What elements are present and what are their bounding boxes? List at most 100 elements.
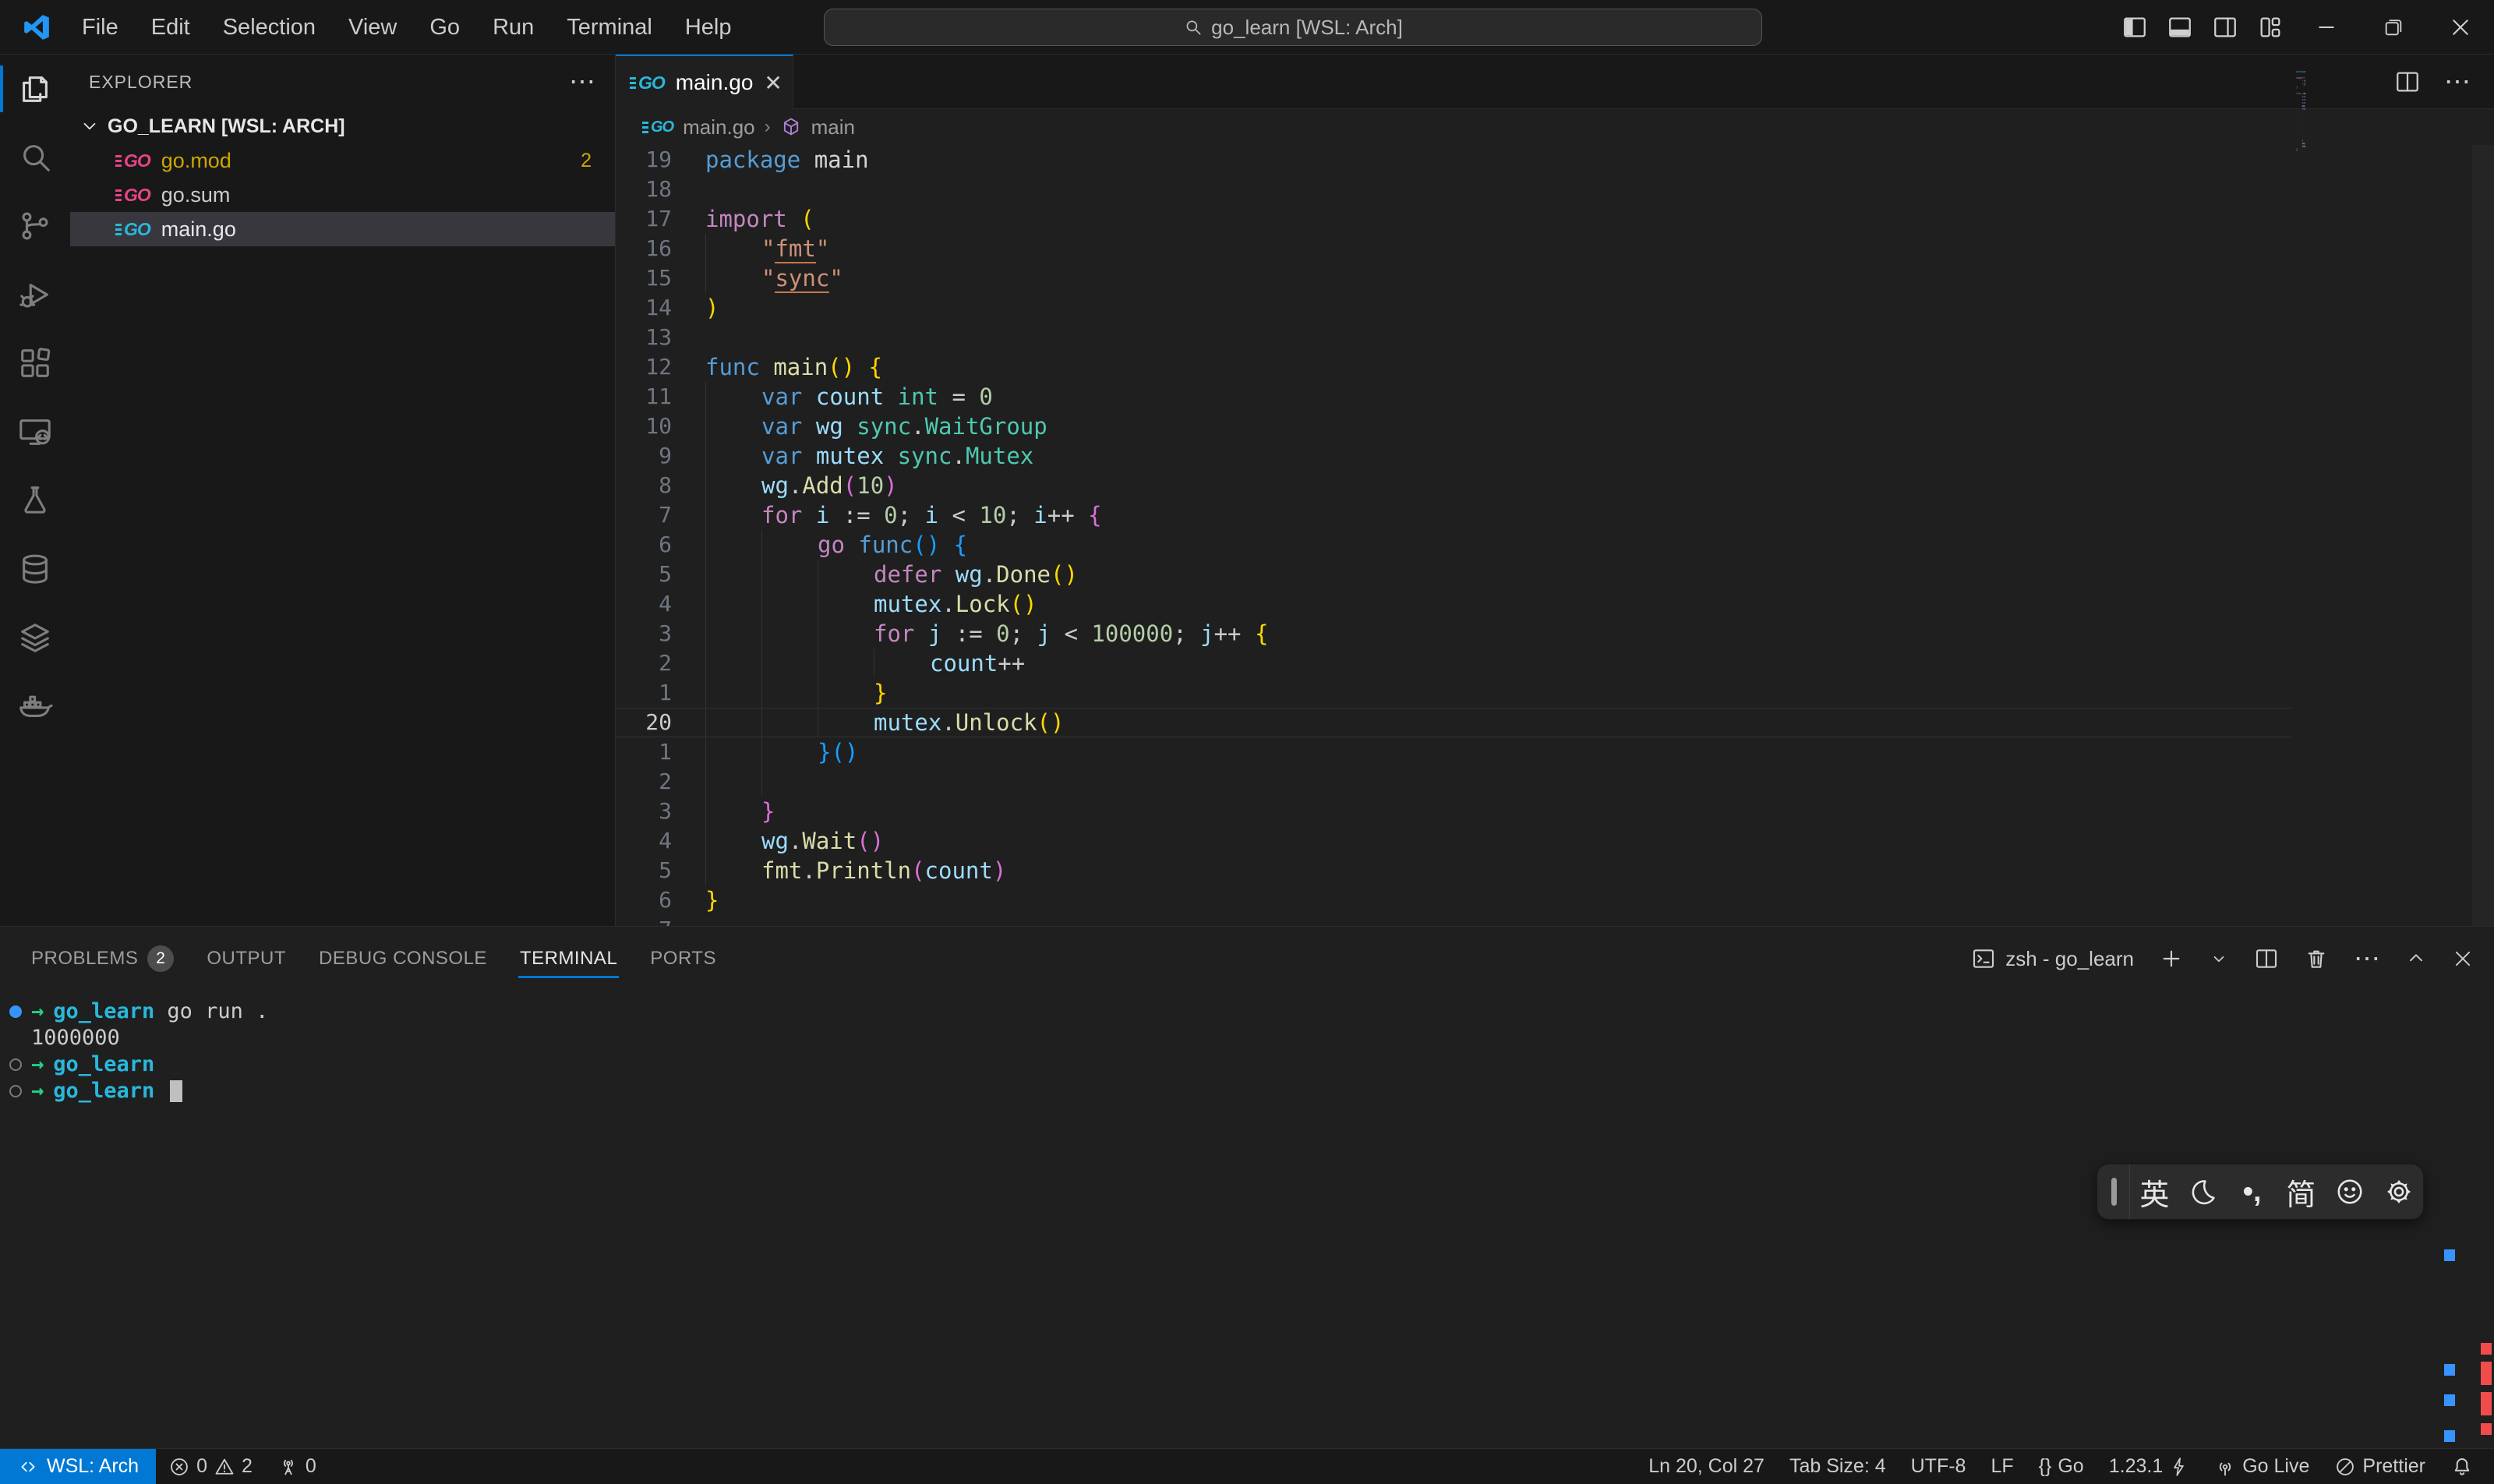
- code-line[interactable]: 10var wg sync.WaitGroup: [616, 412, 2291, 441]
- panel-tab-ports[interactable]: PORTS: [639, 928, 727, 989]
- panel-tab-output[interactable]: OUTPUT: [196, 928, 297, 989]
- ime-emoji-button[interactable]: [2326, 1164, 2375, 1220]
- code-editor[interactable]: 19package main1817import (16"fmt"15"sync…: [2287, 70, 2305, 158]
- file-item-go.mod[interactable]: GOgo.mod2: [70, 143, 615, 178]
- cursor-position-status[interactable]: Ln 20, Col 27: [1636, 1449, 1777, 1484]
- code-line[interactable]: 2: [616, 767, 2291, 797]
- code-line[interactable]: 7: [2287, 151, 2305, 154]
- code-line[interactable]: 17import (: [616, 204, 2291, 234]
- breadcrumb-file[interactable]: main.go: [683, 115, 755, 140]
- activitybar-source-control[interactable]: [0, 192, 70, 260]
- problems-status[interactable]: 0 2: [156, 1449, 265, 1484]
- activitybar-layers[interactable]: [0, 603, 70, 672]
- panel-tab-terminal[interactable]: TERMINAL: [509, 928, 628, 989]
- code-line[interactable]: 5fmt.Println(count): [616, 856, 2291, 885]
- ime-settings-gear-icon[interactable]: [2374, 1164, 2423, 1220]
- ime-halfwidth-moon-icon[interactable]: [2179, 1164, 2228, 1220]
- file-label: main.go: [161, 217, 236, 242]
- code-line[interactable]: 5defer wg.Done(): [616, 560, 2291, 589]
- menu-go[interactable]: Go: [413, 6, 476, 48]
- menu-selection[interactable]: Selection: [207, 6, 332, 48]
- code-line[interactable]: 6go func() {: [616, 530, 2291, 560]
- breadcrumb-symbol[interactable]: main: [811, 115, 855, 140]
- code-line[interactable]: 3}: [616, 797, 2291, 826]
- activitybar-docker[interactable]: [0, 672, 70, 740]
- menu-view[interactable]: View: [332, 6, 413, 48]
- code-line[interactable]: 4wg.Wait(): [616, 826, 2291, 856]
- editor-scrollbar[interactable]: [2472, 145, 2494, 979]
- code-line[interactable]: 3for j := 0; j < 100000; j++ {: [616, 619, 2291, 648]
- go-live-status[interactable]: Go Live: [2202, 1449, 2322, 1484]
- panel-more-actions-icon[interactable]: ⋯: [2354, 943, 2380, 974]
- tab-size-status[interactable]: Tab Size: 4: [1777, 1449, 1899, 1484]
- menu-edit[interactable]: Edit: [135, 6, 207, 48]
- code-line[interactable]: 7for i := 0; i < 10; i++ {: [616, 500, 2291, 530]
- code-line[interactable]: 2count++: [616, 648, 2291, 678]
- split-terminal-icon[interactable]: [2254, 946, 2279, 971]
- go-version-status[interactable]: 1.23.1: [2097, 1449, 2203, 1484]
- code-line[interactable]: 20mutex.Unlock(): [616, 708, 2291, 737]
- notifications-bell[interactable]: [2438, 1449, 2494, 1484]
- explorer-more-actions-icon[interactable]: ⋯: [569, 66, 596, 97]
- code-line[interactable]: 15"sync": [616, 263, 2291, 293]
- code-line[interactable]: 12func main() {: [616, 352, 2291, 382]
- language-mode-status[interactable]: {} Go: [2026, 1449, 2097, 1484]
- minimize-icon[interactable]: [2293, 0, 2360, 55]
- code-line[interactable]: 16"fmt": [616, 234, 2291, 263]
- close-tab-icon[interactable]: ✕: [764, 70, 782, 96]
- encoding-status[interactable]: UTF-8: [1899, 1449, 1979, 1484]
- panel-tab-debug-console[interactable]: DEBUG CONSOLE: [308, 928, 498, 989]
- ime-simplified-chinese-button[interactable]: 简: [2277, 1164, 2326, 1220]
- customize-layout-icon[interactable]: [2248, 0, 2293, 55]
- tab-main-go[interactable]: GO main.go ✕: [616, 55, 793, 109]
- restore-icon[interactable]: [2360, 0, 2427, 55]
- prettier-status[interactable]: Prettier: [2322, 1449, 2438, 1484]
- minimap[interactable]: 19package main1817import (16"fmt"15"sync…: [2287, 61, 2468, 170]
- file-item-go.sum[interactable]: GOgo.sum: [70, 178, 615, 212]
- code-line[interactable]: 18: [616, 175, 2291, 204]
- code-line[interactable]: 1}: [616, 678, 2291, 708]
- kill-terminal-trash-icon[interactable]: [2304, 946, 2329, 971]
- maximize-panel-chevron-icon[interactable]: [2405, 948, 2427, 970]
- ime-drag-handle[interactable]: [2111, 1178, 2117, 1206]
- toggle-secondary-sidebar-icon[interactable]: [2203, 0, 2248, 55]
- terminal-dropdown-chevron-icon[interactable]: [2209, 949, 2229, 969]
- activitybar-testing[interactable]: [0, 466, 70, 535]
- code-editor[interactable]: 19package main1817import (16"fmt"15"sync…: [616, 145, 2494, 980]
- activitybar-remote-explorer[interactable]: [0, 398, 70, 466]
- activitybar-explorer[interactable]: [0, 55, 70, 123]
- ime-punctuation-button[interactable]: •,: [2227, 1164, 2277, 1220]
- menu-run[interactable]: Run: [476, 6, 550, 48]
- menu-file[interactable]: File: [65, 6, 135, 48]
- activitybar-database[interactable]: [0, 535, 70, 603]
- toggle-panel-icon[interactable]: [2157, 0, 2203, 55]
- ime-language-mode-button[interactable]: 英: [2130, 1164, 2179, 1220]
- new-terminal-icon[interactable]: [2159, 946, 2184, 971]
- remote-indicator[interactable]: WSL: Arch: [0, 1449, 156, 1484]
- forwarded-ports-status[interactable]: 0: [265, 1449, 329, 1484]
- toggle-primary-sidebar-icon[interactable]: [2112, 0, 2157, 55]
- code-line[interactable]: 14): [616, 293, 2291, 323]
- terminal-content[interactable]: →go_learngo run .1000000→go_learn→go_lea…: [8, 998, 2439, 1476]
- menu-help[interactable]: Help: [669, 6, 748, 48]
- code-line[interactable]: 19package main: [616, 145, 2291, 175]
- file-item-main.go[interactable]: GOmain.go: [70, 212, 615, 246]
- code-line[interactable]: 11var count int = 0: [616, 382, 2291, 412]
- terminal-instance[interactable]: zsh - go_learn: [1971, 946, 2134, 971]
- menu-terminal[interactable]: Terminal: [550, 6, 669, 48]
- close-panel-icon[interactable]: [2452, 948, 2474, 970]
- code-line[interactable]: 9var mutex sync.Mutex: [616, 441, 2291, 471]
- workspace-root-folder[interactable]: GO_LEARN [WSL: ARCH]: [70, 109, 615, 143]
- activitybar-run-and-debug[interactable]: [0, 260, 70, 329]
- code-line[interactable]: 4mutex.Lock(): [616, 589, 2291, 619]
- panel-tab-problems[interactable]: PROBLEMS2: [20, 928, 185, 989]
- code-line[interactable]: 13: [616, 323, 2291, 352]
- activitybar-extensions[interactable]: [0, 329, 70, 398]
- code-line[interactable]: 6}: [616, 885, 2291, 915]
- activitybar-search[interactable]: [0, 123, 70, 192]
- close-window-icon[interactable]: [2427, 0, 2494, 55]
- code-line[interactable]: 1}(): [616, 737, 2291, 767]
- code-line[interactable]: 8wg.Add(10): [616, 471, 2291, 500]
- eol-status[interactable]: LF: [1978, 1449, 2026, 1484]
- command-center-search[interactable]: go_learn [WSL: Arch]: [824, 9, 1762, 46]
